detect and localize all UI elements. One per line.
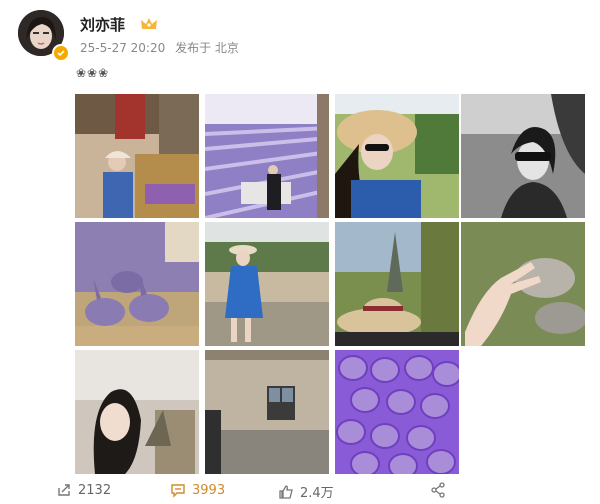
market-photo[interactable]: [75, 94, 199, 218]
post-text: ❀❀❀: [76, 66, 110, 80]
post-location: 发布于 北京: [175, 41, 239, 55]
more-share-button[interactable]: [430, 482, 452, 498]
like-count: 2.4万: [300, 486, 334, 501]
hand-on-rock-photo[interactable]: [461, 222, 585, 346]
post-timestamp: 25-5-27 20:20: [80, 41, 166, 55]
verified-icon: [52, 44, 70, 62]
network-share-icon: [431, 482, 445, 498]
selfie-window-photo[interactable]: [75, 350, 199, 474]
share-button[interactable]: 2132: [56, 482, 111, 498]
sunhat-selfie-photo[interactable]: [335, 94, 459, 218]
lavender-sachets-photo[interactable]: [335, 350, 459, 474]
comment-count: 3993: [192, 482, 226, 498]
blue-dress-photo[interactable]: [205, 222, 329, 346]
stone-house-photo[interactable]: [205, 350, 329, 474]
share-count: 2132: [78, 482, 112, 498]
lavender-field-photo[interactable]: [205, 94, 329, 218]
hat-tree-photo[interactable]: [335, 222, 459, 346]
comment-icon: [171, 484, 185, 498]
lavender-bunnies-photo[interactable]: [75, 222, 199, 346]
share-icon: [58, 484, 70, 496]
bw-portrait-photo[interactable]: [461, 94, 585, 218]
crown-icon: [140, 16, 158, 35]
thumbs-up-icon: [279, 484, 293, 499]
user-name[interactable]: 刘亦菲: [80, 14, 125, 35]
post-meta: 25-5-27 20:20 发布于 北京: [80, 39, 245, 56]
post-actions: 2132 3993 2.4万: [0, 480, 600, 504]
like-button[interactable]: 2.4万: [278, 482, 334, 501]
comment-button[interactable]: 3993: [170, 482, 225, 498]
